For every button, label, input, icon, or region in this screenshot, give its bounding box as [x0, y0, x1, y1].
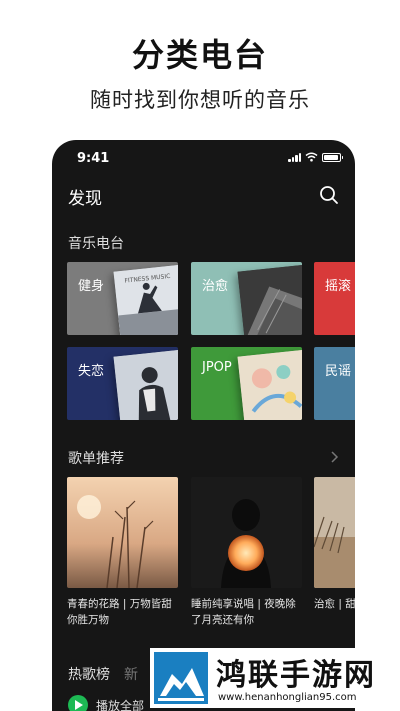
promo-title: 分类电台: [131, 36, 268, 74]
radio-tile-rock[interactable]: 摇滚: [314, 262, 355, 335]
healing-cover-art: [237, 264, 302, 335]
fitness-cover-art: FITNESS MUSIC: [113, 264, 178, 335]
radio-tile-label: 治愈: [202, 279, 229, 294]
radio-tile-label: JPOP: [202, 360, 232, 375]
battery-icon: [322, 152, 343, 162]
wifi-icon: [305, 152, 318, 162]
radio-tile-label: 健身: [78, 279, 105, 294]
play-all-label: 播放全部: [96, 698, 145, 711]
playlist-cover-image: [191, 477, 302, 588]
playlist-caption: 治愈 | 甜甜的歌: [314, 598, 355, 610]
playlist-cover-image: [314, 477, 355, 588]
heartbreak-cover-art: [113, 349, 178, 420]
radio-tile-folk[interactable]: 民谣: [314, 347, 355, 420]
chart-tabs: 热歌榜 新: [68, 664, 138, 684]
radio-tile-jpop[interactable]: JPOP: [191, 347, 302, 420]
watermark: 鸿联手游网 www.henanhonglian95.com: [150, 648, 396, 708]
status-bar: 9:41: [52, 140, 355, 174]
section-title-radio: 音乐电台: [68, 236, 124, 252]
radio-tile-healing[interactable]: 治愈: [191, 262, 302, 335]
playlist-caption: 青春的花路 | 万物皆甜你胜万物: [67, 598, 172, 626]
chevron-right-icon[interactable]: [329, 450, 339, 464]
watermark-url: www.henanhonglian95.com: [218, 692, 357, 703]
watermark-logo: [154, 652, 208, 704]
playlist-card[interactable]: 青春的花路 | 万物皆甜你胜万物: [67, 477, 178, 628]
radio-tile-label: 民谣: [325, 364, 352, 379]
jpop-cover-art: [237, 349, 302, 420]
play-all-button[interactable]: 播放全部: [68, 695, 144, 711]
playlist-caption: 睡前纯享说唱 | 夜晚除了月亮还有你: [191, 598, 296, 626]
watermark-name: 鸿联手游网: [216, 658, 376, 693]
playlist-cover-image: [67, 477, 178, 588]
page-title: 发现: [68, 189, 102, 209]
phone-screen: 9:41 发现 音乐电台 FITNESS MUSIC 健身 治愈 摇滚 失恋 J…: [52, 140, 355, 711]
radio-tile-label: 摇滚: [325, 279, 352, 294]
status-icons: [288, 152, 343, 162]
tab-new-songs[interactable]: 新: [124, 664, 138, 684]
playlist-card[interactable]: 治愈 | 甜甜的歌: [314, 477, 355, 612]
battery-level: [324, 154, 338, 160]
playlist-card[interactable]: 睡前纯享说唱 | 夜晚除了月亮还有你: [191, 477, 302, 628]
signal-icon: [288, 152, 301, 162]
radio-tile-heartbreak[interactable]: 失恋: [67, 347, 178, 420]
search-icon[interactable]: [318, 184, 340, 206]
promo-subtitle: 随时找到你想听的音乐: [90, 88, 310, 112]
radio-tile-label: 失恋: [78, 364, 105, 379]
play-icon: [68, 695, 88, 711]
section-title-playlists: 歌单推荐: [68, 451, 124, 467]
tab-hot-songs[interactable]: 热歌榜: [68, 664, 110, 684]
status-time: 9:41: [77, 151, 110, 166]
radio-tile-fitness[interactable]: FITNESS MUSIC 健身: [67, 262, 178, 335]
